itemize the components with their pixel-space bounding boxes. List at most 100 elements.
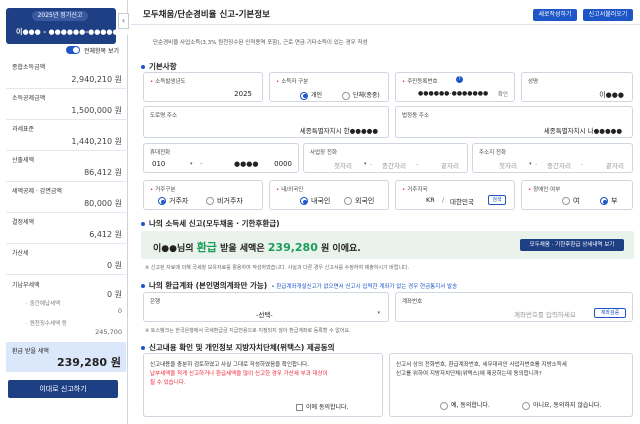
- radio-nonresident[interactable]: 비거주자: [206, 196, 243, 206]
- dash-sep: -: [535, 160, 538, 168]
- refund-note: 신고된 자료에 의해 국세청 보유자료를 활용하여 작성하였습니다. 사실과 다…: [145, 264, 409, 271]
- nationality-field: 내/외국인 내국인 외국인: [269, 180, 389, 210]
- summary-value: 86,412 원: [84, 168, 122, 177]
- summary-item: 세액공제 · 감면금액 80,000 원: [6, 182, 126, 213]
- phone-area[interactable]: 첫자리: [334, 160, 352, 170]
- phone-last[interactable]: 끝자리: [441, 160, 459, 170]
- bullet-icon: [141, 222, 145, 226]
- consent-text-line: 신고를 위하여 지방자치단체(위택스)에 제공하는데 동의합니까?: [396, 371, 542, 377]
- radio-korean[interactable]: 내국인: [300, 196, 330, 206]
- field-label: 도로명 주소: [150, 113, 178, 119]
- field-label: 소득자 구분: [276, 77, 308, 85]
- field-label: 주소지 전화: [479, 150, 507, 156]
- dash-sep: -: [416, 160, 419, 168]
- summary-label: 기납부세액: [12, 282, 40, 289]
- refund-summary: 환급 받을 세액 239,280 원: [6, 342, 126, 372]
- chevron-down-icon: ▾: [364, 161, 367, 167]
- load-return-button[interactable]: 신고서불러오기: [583, 9, 633, 21]
- chevron-down-icon: ▾: [190, 161, 193, 167]
- refund-result-banner: 이●●님의 환급 받을 세액은 239,280 원 이에요. 모두채움 · 기한…: [141, 231, 634, 259]
- account-hint: • 환급계좌개설신고가 없으면서 신고시 입력한 계좌가 없는 경우 현금통지서…: [271, 284, 458, 290]
- basic-section-title: 기본사항: [141, 61, 177, 72]
- summary-value: 6,412 원: [89, 230, 122, 239]
- summary-item: 산출세액 86,412 원: [6, 151, 126, 182]
- phone-mid[interactable]: 중간자리: [382, 160, 406, 170]
- home-phone-field[interactable]: 주소지 전화 첫자리 ▾ - 중간자리 - 끝자리: [472, 143, 633, 173]
- dash-sep: -: [200, 160, 203, 168]
- taxpayer-card: 2025년 정기신고 이●●● - ●●●●●●-●●●●●●●: [6, 8, 131, 44]
- radio-foreigner[interactable]: 외국인: [344, 196, 374, 206]
- filer-type-field: 소득자 구분 개인 단체(종중): [269, 72, 389, 102]
- road-address-field[interactable]: 도로명 주소 세종특별자치시 한●●●●●: [143, 106, 389, 138]
- summary-label: 과세표준: [12, 126, 35, 133]
- radio-disabled-yes[interactable]: 여: [562, 196, 579, 206]
- summary-label: 결정세액: [12, 219, 35, 226]
- bullet-icon: [141, 65, 145, 69]
- radio-group[interactable]: 단체(종중): [342, 90, 380, 100]
- refund-section-title: 나의 소득세 신고(모두채움 · 기한후환급): [141, 218, 280, 229]
- slash-sep: /: [442, 196, 445, 204]
- phone-mid[interactable]: 중간자리: [547, 160, 571, 170]
- country-field: 거주지국 KR / 대한민국 검색: [395, 180, 515, 210]
- toggle-switch[interactable]: [66, 46, 80, 54]
- info-icon[interactable]: ?: [456, 76, 463, 83]
- radio-individual[interactable]: 개인: [300, 90, 322, 100]
- field-value: ●●●●●●-●●●●●●●: [418, 90, 489, 97]
- field-label: 계좌번호: [402, 299, 423, 305]
- mobile-field[interactable]: 휴대전화 010 ▾ - ●●●● - 0000: [143, 143, 299, 173]
- country-search-button[interactable]: 검색: [488, 195, 506, 205]
- field-label: 소득발생년도: [150, 77, 185, 85]
- submit-button[interactable]: 이대로 신고하기: [8, 380, 118, 398]
- radio-consent-no[interactable]: 아니요, 동의하지 않습니다.: [522, 400, 601, 410]
- legal-address-field[interactable]: 법정동 주소 세종특별자치시 나●●●●●: [395, 106, 633, 138]
- prepaid-item: 기납부세액 0 원 중간예납세액 0 원천징수세액 등 245,700: [6, 275, 126, 340]
- summary-value: 80,000 원: [84, 199, 122, 208]
- country-name: 대한민국: [450, 198, 474, 206]
- residence-field: 거주구분 거주자 비거주자: [143, 180, 263, 210]
- consent-text-line: 신고서 상의 전화번호, 환급계좌번호, 세무대리인 사업자번호를 지방소득세: [396, 362, 567, 368]
- account-input[interactable]: 계좌번호를 입력하세요: [514, 309, 576, 319]
- radio-consent-yes[interactable]: 예, 동의합니다.: [440, 400, 490, 410]
- summary-value: 0 원: [107, 290, 122, 299]
- account-verify-button[interactable]: 계좌검증: [594, 308, 626, 318]
- period-badge: 2025년 정기신고: [32, 11, 88, 21]
- phone-area[interactable]: 첫자리: [499, 160, 517, 170]
- radio-disabled-no[interactable]: 부: [600, 196, 617, 206]
- radio-resident[interactable]: 거주자: [158, 196, 188, 206]
- phone-last[interactable]: 끝자리: [606, 160, 624, 170]
- summary-value: 0 원: [107, 261, 122, 270]
- sub-value: 245,700: [95, 328, 122, 336]
- mobile-part1[interactable]: 010: [152, 160, 165, 168]
- bullet-icon: [141, 346, 145, 350]
- disabled-field: 장애인 여부 여 부: [521, 180, 633, 210]
- summary-item: 결정세액 6,412 원: [6, 213, 126, 244]
- name-field: 성명 이●●●: [521, 72, 633, 102]
- account-number-field[interactable]: 계좌번호 계좌번호를 입력하세요 계좌검증: [395, 292, 633, 322]
- chevron-down-icon: ▾: [377, 310, 380, 316]
- year-field[interactable]: 소득발생년도 2025: [143, 72, 263, 102]
- refund-value: 239,280 원: [56, 356, 121, 369]
- collapse-sidebar-icon[interactable]: ‹: [118, 13, 129, 29]
- show-all-toggle[interactable]: 전체항목 보기: [66, 45, 124, 55]
- consent-warning-line: 될 수 있습니다.: [150, 380, 186, 386]
- chevron-down-icon: ▾: [529, 161, 532, 167]
- field-label: 내/외국인: [276, 185, 303, 193]
- field-label: 주민등록번호: [402, 77, 437, 85]
- rewrite-button[interactable]: 새로작성하기: [533, 9, 577, 21]
- sub-value: 0: [117, 307, 122, 315]
- agree-checkbox[interactable]: 이에 동의합니다.: [296, 402, 348, 411]
- dash-sep: -: [581, 160, 584, 168]
- mobile-part3[interactable]: 0000: [274, 160, 292, 168]
- sub-label: 원천징수세액 등: [26, 319, 67, 327]
- country-code: KR: [426, 196, 435, 204]
- business-phone-field[interactable]: 사업장 전화 첫자리 ▾ - 중간자리 - 끝자리: [303, 143, 468, 173]
- bank-select[interactable]: 은행 -선택- ▾: [143, 292, 389, 322]
- refund-amount: 239,280: [267, 241, 318, 254]
- account-note: 토스뱅크는 한국은행에서 국세환급금 지급전용으로 지정되지 않아 환급계좌로 …: [145, 327, 351, 334]
- refund-detail-button[interactable]: 모두채움 · 기한후환급 상세내역 보기: [520, 239, 624, 251]
- refund-highlight: 환급: [196, 241, 217, 254]
- summary-value: 1,440,210 원: [71, 137, 122, 146]
- summary-label: 종합소득금액: [12, 64, 46, 71]
- rrn-confirm[interactable]: 확인: [498, 90, 508, 98]
- field-label: 휴대전화: [150, 150, 171, 156]
